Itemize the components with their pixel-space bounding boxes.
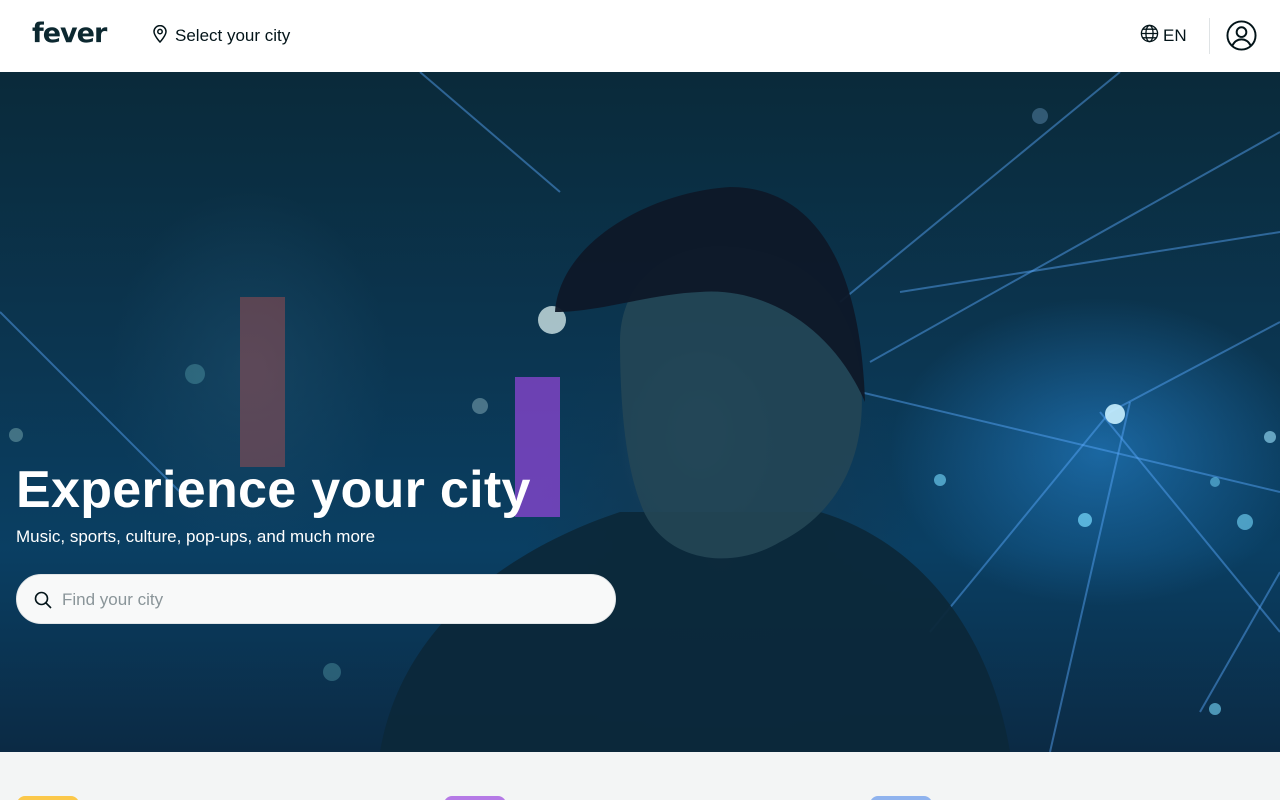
hero-subtitle: Music, sports, culture, pop-ups, and muc… bbox=[16, 527, 376, 546]
top-navigation-bar: fever Select your city EN bbox=[0, 0, 1280, 72]
city-selector-button[interactable]: Select your city bbox=[152, 22, 290, 50]
categories-section bbox=[0, 752, 1280, 800]
language-selector-button[interactable]: EN bbox=[1140, 22, 1187, 50]
user-account-icon[interactable] bbox=[1226, 20, 1257, 51]
city-search-input[interactable] bbox=[62, 587, 592, 613]
category-tile-2[interactable] bbox=[444, 796, 506, 800]
city-search-bar[interactable] bbox=[16, 574, 616, 624]
fever-logo[interactable]: fever bbox=[32, 18, 107, 50]
city-selector-label: Select your city bbox=[175, 26, 291, 45]
hero-background-image bbox=[0, 72, 1280, 752]
hero-title: Experience your city bbox=[16, 461, 531, 519]
language-label: EN bbox=[1163, 26, 1187, 45]
header-divider bbox=[1209, 18, 1210, 54]
category-tile-3[interactable] bbox=[870, 796, 932, 800]
globe-icon bbox=[1140, 24, 1159, 48]
category-tile-1[interactable] bbox=[17, 796, 79, 800]
map-pin-icon bbox=[152, 24, 168, 48]
hero-banner: Experience your city Music, sports, cult… bbox=[0, 72, 1280, 752]
